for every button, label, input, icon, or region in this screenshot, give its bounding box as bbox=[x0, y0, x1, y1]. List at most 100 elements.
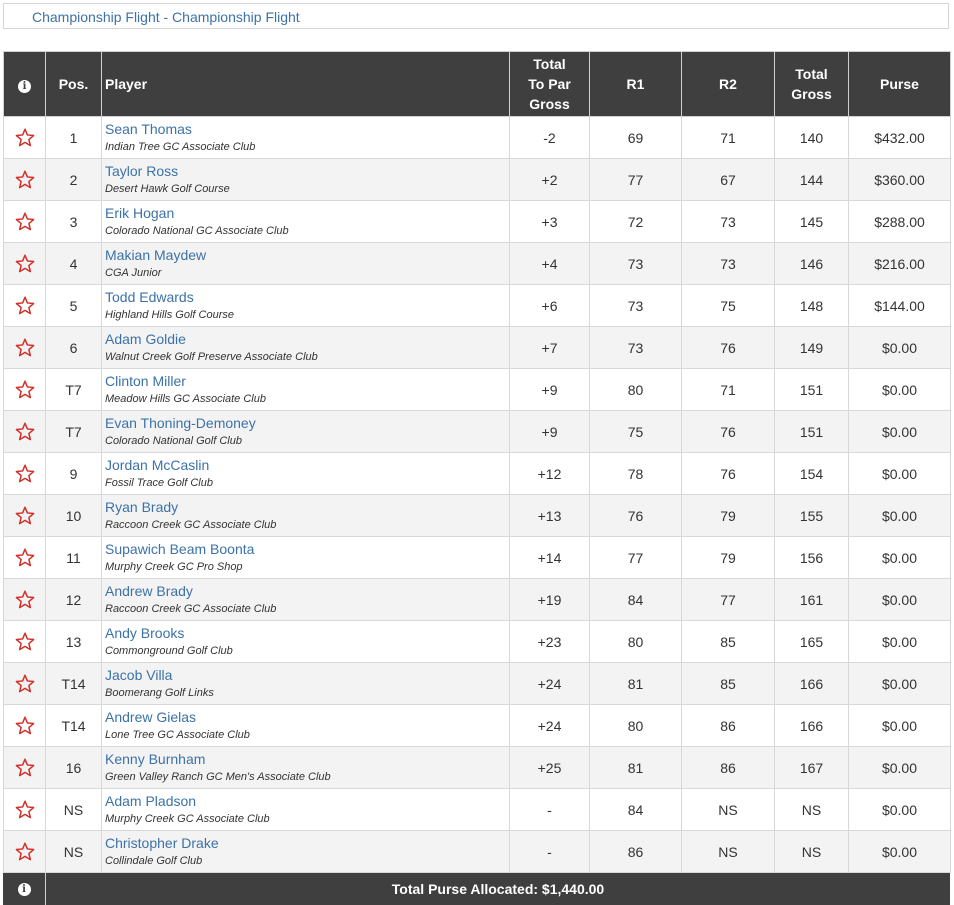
star-icon[interactable] bbox=[4, 254, 45, 273]
player-name-link[interactable]: Taylor Ross bbox=[105, 164, 509, 179]
to-par-header-line3: Gross bbox=[529, 96, 570, 112]
favorite-star-cell[interactable] bbox=[3, 200, 46, 243]
favorite-star-cell[interactable] bbox=[3, 158, 46, 201]
total-gross-cell: 165 bbox=[774, 620, 849, 663]
player-name-link[interactable]: Supawich Beam Boonta bbox=[105, 542, 509, 557]
star-icon[interactable] bbox=[4, 464, 45, 483]
purse-cell: $288.00 bbox=[848, 200, 951, 243]
total-gross-cell: 166 bbox=[774, 662, 849, 705]
favorite-star-cell[interactable] bbox=[3, 494, 46, 537]
player-name-link[interactable]: Adam Goldie bbox=[105, 332, 509, 347]
r1-cell: 73 bbox=[589, 242, 682, 285]
player-header[interactable]: Player bbox=[101, 51, 510, 117]
pos-header[interactable]: Pos. bbox=[45, 51, 102, 117]
favorite-star-cell[interactable] bbox=[3, 620, 46, 663]
player-cell: Kenny Burnham Green Valley Ranch GC Men's… bbox=[101, 746, 510, 789]
player-name-link[interactable]: Sean Thomas bbox=[105, 122, 509, 137]
star-icon[interactable] bbox=[4, 842, 45, 861]
favorite-star-cell[interactable] bbox=[3, 788, 46, 831]
r2-header[interactable]: R2 bbox=[681, 51, 775, 117]
star-icon[interactable] bbox=[4, 674, 45, 693]
favorite-star-cell[interactable] bbox=[3, 410, 46, 453]
star-icon[interactable] bbox=[4, 128, 45, 147]
table-row: 9 Jordan McCaslin Fossil Trace Golf Club +1… bbox=[3, 452, 951, 495]
player-name-link[interactable]: Kenny Burnham bbox=[105, 752, 509, 767]
table-row: NS Christopher Drake Collindale Golf Club -… bbox=[3, 830, 951, 873]
favorite-star-cell[interactable] bbox=[3, 368, 46, 411]
r2-cell: NS bbox=[681, 788, 775, 831]
player-name-link[interactable]: Adam Pladson bbox=[105, 794, 509, 809]
favorite-star-cell[interactable] bbox=[3, 242, 46, 285]
star-icon[interactable] bbox=[4, 506, 45, 525]
to-par-cell: -2 bbox=[509, 116, 590, 159]
purse-cell: $0.00 bbox=[848, 746, 951, 789]
total-gross-header[interactable]: Total Gross bbox=[774, 51, 849, 117]
star-icon[interactable] bbox=[4, 422, 45, 441]
star-icon[interactable] bbox=[4, 380, 45, 399]
favorite-star-cell[interactable] bbox=[3, 116, 46, 159]
star-icon[interactable] bbox=[4, 548, 45, 567]
info-header[interactable]: i bbox=[3, 51, 46, 117]
star-icon[interactable] bbox=[4, 170, 45, 189]
position-cell: 1 bbox=[45, 116, 102, 159]
star-icon[interactable] bbox=[4, 212, 45, 231]
r1-header[interactable]: R1 bbox=[589, 51, 682, 117]
favorite-star-cell[interactable] bbox=[3, 452, 46, 495]
to-par-header-line1: Total bbox=[533, 56, 566, 72]
player-name-link[interactable]: Todd Edwards bbox=[105, 290, 509, 305]
star-icon[interactable] bbox=[4, 758, 45, 777]
player-name-link[interactable]: Christopher Drake bbox=[105, 836, 509, 851]
player-name-link[interactable]: Clinton Miller bbox=[105, 374, 509, 389]
player-name-link[interactable]: Makian Maydew bbox=[105, 248, 509, 263]
favorite-star-cell[interactable] bbox=[3, 662, 46, 705]
favorite-star-cell[interactable] bbox=[3, 326, 46, 369]
purse-cell: $0.00 bbox=[848, 452, 951, 495]
star-icon[interactable] bbox=[4, 632, 45, 651]
favorite-star-cell[interactable] bbox=[3, 830, 46, 873]
position-cell: 9 bbox=[45, 452, 102, 495]
star-icon[interactable] bbox=[4, 296, 45, 315]
player-name-link[interactable]: Evan Thoning-Demoney bbox=[105, 416, 509, 431]
info-icon[interactable]: i bbox=[18, 80, 31, 93]
player-name-link[interactable]: Andy Brooks bbox=[105, 626, 509, 641]
player-cell: Evan Thoning-Demoney Colorado National Go… bbox=[101, 410, 510, 453]
player-name-link[interactable]: Ryan Brady bbox=[105, 500, 509, 515]
favorite-star-cell[interactable] bbox=[3, 746, 46, 789]
favorite-star-cell[interactable] bbox=[3, 284, 46, 327]
to-par-cell: +25 bbox=[509, 746, 590, 789]
star-icon[interactable] bbox=[4, 338, 45, 357]
footer-info-cell: i bbox=[3, 873, 46, 905]
r2-cell: 85 bbox=[681, 620, 775, 663]
position-cell: T7 bbox=[45, 410, 102, 453]
star-icon[interactable] bbox=[4, 800, 45, 819]
position-cell: 16 bbox=[45, 746, 102, 789]
purse-cell: $0.00 bbox=[848, 662, 951, 705]
r2-cell: 71 bbox=[681, 368, 775, 411]
favorite-star-cell[interactable] bbox=[3, 704, 46, 747]
total-gross-cell: 155 bbox=[774, 494, 849, 537]
to-par-cell: +23 bbox=[509, 620, 590, 663]
star-icon[interactable] bbox=[4, 716, 45, 735]
to-par-header[interactable]: Total To Par Gross bbox=[509, 51, 590, 117]
r2-cell: 76 bbox=[681, 452, 775, 495]
player-name-link[interactable]: Jacob Villa bbox=[105, 668, 509, 683]
star-icon[interactable] bbox=[4, 590, 45, 609]
purse-header[interactable]: Purse bbox=[848, 51, 951, 117]
r1-cell: 69 bbox=[589, 116, 682, 159]
flight-title-link[interactable]: Championship Flight - Championship Fligh… bbox=[32, 9, 300, 25]
total-gross-cell: NS bbox=[774, 788, 849, 831]
info-icon[interactable]: i bbox=[17, 882, 31, 896]
purse-cell: $144.00 bbox=[848, 284, 951, 327]
total-gross-cell: 161 bbox=[774, 578, 849, 621]
favorite-star-cell[interactable] bbox=[3, 578, 46, 621]
to-par-cell: +24 bbox=[509, 662, 590, 705]
player-club: Green Valley Ranch GC Men's Associate Cl… bbox=[105, 771, 331, 783]
player-name-link[interactable]: Erik Hogan bbox=[105, 206, 509, 221]
player-cell: Supawich Beam Boonta Murphy Creek GC Pro … bbox=[101, 536, 510, 579]
r1-cell: 84 bbox=[589, 788, 682, 831]
player-club: Raccoon Creek GC Associate Club bbox=[105, 519, 277, 531]
player-name-link[interactable]: Jordan McCaslin bbox=[105, 458, 509, 473]
player-name-link[interactable]: Andrew Brady bbox=[105, 584, 509, 599]
player-name-link[interactable]: Andrew Gielas bbox=[105, 710, 509, 725]
favorite-star-cell[interactable] bbox=[3, 536, 46, 579]
